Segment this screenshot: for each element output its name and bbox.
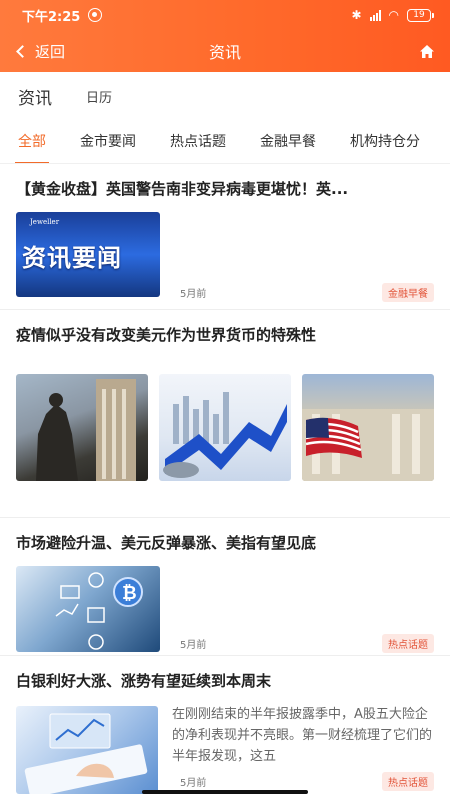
nav-bar: 返回 资讯 [0, 30, 450, 72]
finance-chart-photo [159, 374, 291, 481]
article-time: 5月前 [180, 640, 207, 651]
category-badge: 热点话题 [382, 772, 434, 791]
thumbnail-caption: 资讯要闻 [22, 244, 122, 272]
status-time: 下午2:25 [22, 9, 81, 25]
battery-level: 19 [407, 8, 431, 22]
section-tabs: 资讯 日历 [0, 72, 450, 120]
wifi-icon: ◠ [388, 8, 399, 22]
article-image-row [16, 374, 434, 481]
article-thumbnail [16, 706, 158, 794]
article-time: 5月前 [180, 289, 207, 300]
list-item[interactable]: 白银利好大涨、涨势有望延续到本周末 在刚刚结束的半年报披露季中，A股五大险企的净… [0, 656, 450, 800]
tab-institutional-holdings[interactable]: 机构持仓分 [350, 120, 420, 163]
category-badge: 热点话题 [382, 634, 434, 653]
article-title: 白银利好大涨、涨势有望延续到本周末 [16, 672, 272, 690]
list-item[interactable]: 【黄金收盘】英国警告南非变异病毒更堪忧！英... Jeweller 资讯要闻 5… [0, 164, 450, 310]
cellular-signal-icon [369, 9, 381, 21]
category-badge: 金融早餐 [382, 283, 434, 302]
tab-calendar[interactable]: 日历 [86, 87, 112, 106]
page-title: 资讯 [208, 43, 241, 62]
news-feed: 【黄金收盘】英国警告南非变异病毒更堪忧！英... Jeweller 资讯要闻 5… [0, 164, 450, 800]
article-title: 疫情似乎没有改变美元作为世界货币的特殊性 [16, 326, 317, 344]
app-header: 下午2:25 ✱ ◠ 19 返回 资讯 [0, 0, 450, 72]
tab-finance-breakfast[interactable]: 金融早餐 [260, 120, 316, 163]
article-title: 【黄金收盘】英国警告南非变异病毒更堪忧！英... [16, 180, 349, 198]
article-thumbnail: ₿ [16, 566, 160, 652]
battery-tip [432, 12, 434, 18]
article-time: 5月前 [180, 778, 207, 789]
home-button[interactable] [418, 42, 436, 60]
back-button[interactable]: 返回 [14, 41, 65, 62]
home-indicator[interactable] [142, 790, 308, 794]
article-title: 市场避险升温、美元反弹暴涨、美指有望见底 [16, 534, 317, 552]
status-bar: 下午2:25 ✱ ◠ 19 [0, 0, 450, 30]
back-label: 返回 [35, 42, 66, 61]
article-thumbnail: Jeweller 资讯要闻 [16, 212, 160, 297]
tab-news[interactable]: 资讯 [18, 84, 52, 109]
tab-hot-topics[interactable]: 热点话题 [170, 120, 226, 163]
list-item[interactable]: 市场避险升温、美元反弹暴涨、美指有望见底 ₿ 5月前 热点话题 [0, 518, 450, 656]
notification-app-icon [88, 8, 103, 22]
svg-text:₿: ₿ [122, 583, 137, 604]
capitol-flag-photo [302, 374, 434, 481]
category-tabs: 全部 金市要闻 热点话题 金融早餐 机构持仓分 [0, 120, 450, 164]
battery-icon: 19 [407, 8, 434, 22]
bluetooth-icon: ✱ [351, 8, 362, 22]
tab-gold-market-news[interactable]: 金市要闻 [80, 120, 136, 163]
tab-all[interactable]: 全部 [15, 120, 49, 163]
statue-photo [16, 374, 148, 481]
status-icons: ✱ ◠ 19 [351, 8, 434, 22]
jeweller-logo: Jeweller [30, 218, 60, 226]
home-icon [420, 44, 434, 58]
article-summary: 在刚刚结束的半年报披露季中，A股五大险企的净利表现并不亮眼。第一财经梳理了它们的… [172, 707, 433, 764]
list-item[interactable]: 疫情似乎没有改变美元作为世界货币的特殊性 [0, 310, 450, 518]
chevron-left-icon [16, 44, 29, 58]
